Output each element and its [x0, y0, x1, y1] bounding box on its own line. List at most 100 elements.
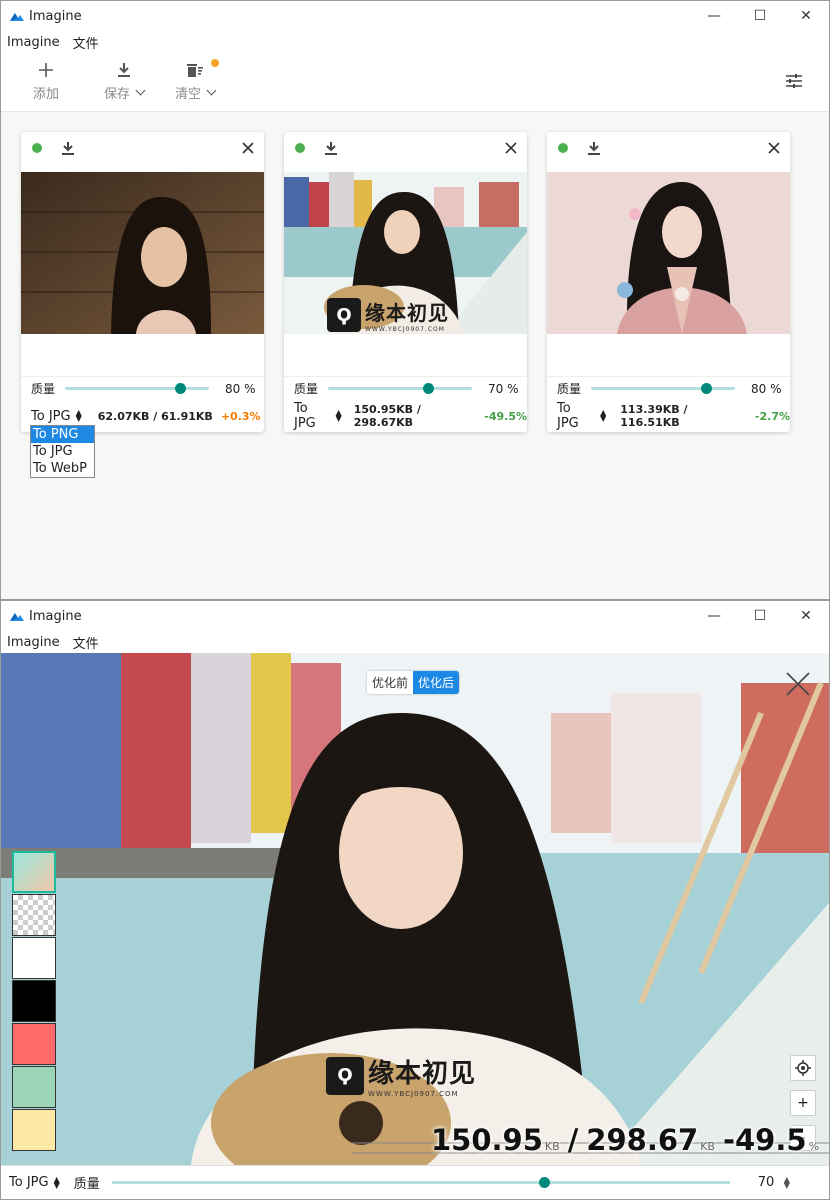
maximize-button[interactable]: ☐ [737, 601, 783, 631]
old-size-unit: KB [700, 1140, 715, 1153]
close-button[interactable]: ✕ [783, 601, 829, 631]
close-icon[interactable] [767, 141, 781, 155]
format-dropdown[interactable]: To PNG To JPG To WebP [30, 425, 95, 478]
image-thumbnail[interactable]: Ϙ 缘本初见 WWW.YBCJ0907.COM [284, 172, 527, 334]
menu-item-imagine[interactable]: Imagine [7, 35, 60, 50]
quality-label: 质量 [31, 382, 56, 396]
close-button[interactable]: ✕ [783, 1, 829, 31]
swatch-yellow[interactable] [12, 1109, 56, 1151]
close-preview-icon[interactable] [785, 671, 811, 697]
before-after-toggle[interactable]: 优化前 优化后 [367, 671, 460, 694]
watermark-url: WWW.YBCJ0907.COM [368, 1090, 459, 1098]
format-value: To JPG [31, 408, 71, 424]
updown-icon: ▲ ▼ [53, 1174, 60, 1190]
swatch-black[interactable] [12, 980, 56, 1022]
plus-icon [38, 59, 54, 81]
minimize-button[interactable]: — [691, 601, 737, 631]
image-thumbnail[interactable] [21, 172, 264, 334]
quality-label: 质量 [73, 1177, 100, 1192]
minimize-button[interactable]: — [691, 1, 737, 31]
app-title: Imagine [29, 8, 82, 24]
quality-label: 质量 [557, 382, 582, 396]
crosshair-icon [795, 1060, 811, 1076]
title-bar: Imagine — ☐ ✕ [1, 601, 829, 631]
swatch-transparent[interactable] [12, 894, 56, 936]
status-dot [558, 143, 568, 153]
toggle-before[interactable]: 优化前 [367, 671, 414, 694]
status-dot [295, 143, 305, 153]
download-icon[interactable] [324, 141, 338, 155]
updown-icon: ▲ ▼ [600, 408, 607, 423]
quality-slider-handle[interactable] [423, 383, 435, 394]
watermark-logo-icon: Ϙ [326, 1056, 364, 1095]
download-icon [116, 59, 132, 81]
toggle-after[interactable]: 优化后 [413, 671, 460, 694]
zoom-in-button[interactable]: + [790, 1090, 816, 1116]
format-value: To JPG [9, 1175, 49, 1190]
quality-slider-handle[interactable] [538, 1177, 550, 1188]
new-size-unit: KB [544, 1140, 560, 1153]
menu-item-file[interactable]: 文件 [73, 33, 99, 52]
clear-label: 清空 [175, 87, 202, 102]
quality-value: 70 [757, 1175, 775, 1190]
background-swatches [12, 851, 56, 1152]
menu-item-file[interactable]: 文件 [73, 633, 99, 652]
swatch-gradient[interactable] [12, 851, 56, 893]
swatch-red[interactable] [12, 1023, 56, 1065]
swatch-white[interactable] [12, 937, 56, 979]
chevron-down-icon [206, 85, 217, 96]
image-card[interactable]: 质量 80 % To JPG ▲ ▼ 62.07KB / 61.91KB +0.3% [21, 132, 264, 432]
image-card[interactable]: 质量 80 % To JPG ▲ ▼ 113.39KB / 116.51KB -2.… [547, 132, 790, 432]
quality-slider[interactable] [65, 383, 209, 394]
save-label: 保存 [104, 87, 131, 102]
quality-slider[interactable] [591, 383, 735, 394]
menu-bar: Imagine 文件 [1, 31, 829, 53]
download-icon[interactable] [61, 141, 75, 155]
stepper-icon[interactable]: ▲ ▼ [784, 1175, 790, 1189]
menu-item-imagine[interactable]: Imagine [7, 635, 60, 650]
size-change: -2.7% [754, 409, 790, 423]
title-bar: Imagine — ☐ ✕ [1, 1, 829, 31]
dropdown-option-webp[interactable]: To WebP [31, 460, 94, 477]
sliders-icon[interactable] [785, 73, 803, 89]
save-button[interactable]: 保存 [104, 59, 146, 102]
bottom-bar: To JPG ▲ ▼ 质量 70 ▲ ▼ [1, 1165, 829, 1199]
toolbar: 添加 保存 清空 [1, 53, 829, 112]
watermark: Ϙ 缘本初见 WWW.YBCJ0907.COM [326, 1053, 476, 1098]
maximize-button[interactable]: ☐ [737, 1, 783, 31]
close-icon[interactable] [504, 141, 518, 155]
size-change: -49.5% [484, 409, 527, 423]
menu-bar: Imagine 文件 [1, 631, 829, 653]
quality-slider[interactable] [111, 1177, 730, 1188]
add-label: 添加 [33, 87, 60, 102]
format-select[interactable]: To JPG ▲ ▼ [9, 1175, 60, 1190]
trash-icon [186, 59, 204, 81]
quality-slider-handle[interactable] [174, 383, 186, 394]
app-logo-icon [10, 613, 24, 621]
dropdown-option-jpg[interactable]: To JPG [31, 443, 94, 460]
chevron-down-icon [135, 85, 146, 96]
download-icon[interactable] [587, 141, 601, 155]
locate-button[interactable] [790, 1055, 816, 1081]
app-logo-icon [10, 13, 24, 21]
clear-button[interactable]: 清空 [175, 59, 217, 102]
quality-slider-handle[interactable] [700, 383, 712, 394]
status-dot [32, 143, 42, 153]
quality-slider[interactable] [328, 383, 472, 394]
add-button[interactable]: 添加 [33, 59, 59, 102]
quality-value: 70 % [488, 381, 519, 396]
image-thumbnail[interactable] [547, 172, 790, 334]
format-select[interactable]: To JPG ▲ ▼ [31, 409, 82, 424]
image-preview[interactable]: Ϙ 缘本初见 WWW.YBCJ0907.COM [1, 653, 829, 1165]
format-select[interactable]: To JPG ▲ ▼ [557, 401, 606, 431]
app-title: Imagine [29, 608, 82, 624]
format-select[interactable]: To JPG ▲ ▼ [294, 401, 342, 431]
dropdown-option-png[interactable]: To PNG [31, 426, 94, 443]
quality-value: 80 % [751, 381, 782, 396]
close-icon[interactable] [241, 141, 255, 155]
watermark-text: 缘本初见 [368, 1059, 477, 1089]
swatch-green[interactable] [12, 1066, 56, 1108]
updown-icon: ▲ ▼ [335, 408, 342, 423]
image-card[interactable]: Ϙ 缘本初见 WWW.YBCJ0907.COM 质量 70 % To JPG ▲ ▼… [284, 132, 527, 432]
viewer-window: Imagine — ☐ ✕ Imagine 文件 Ϙ 缘本初见 WWW.YBCJ… [0, 600, 830, 1200]
